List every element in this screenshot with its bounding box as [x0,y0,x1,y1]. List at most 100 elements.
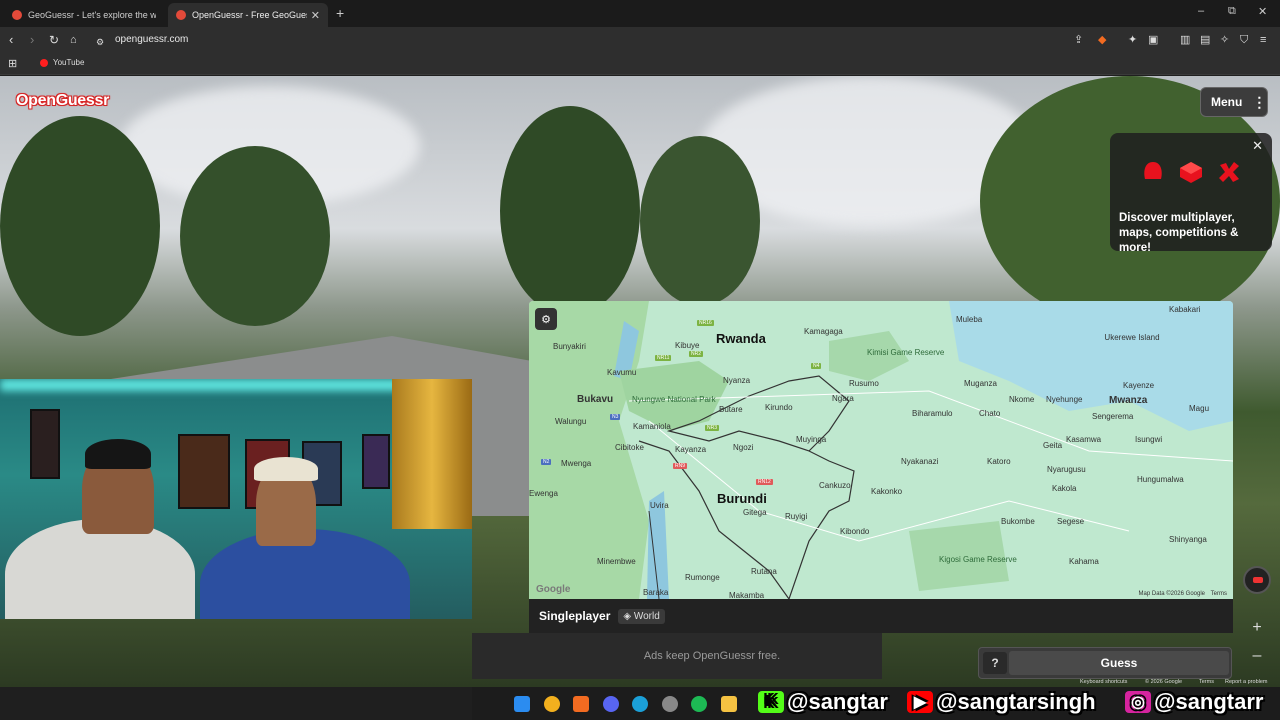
apps-grid-icon[interactable]: ⊞ [8,56,17,72]
cap [254,457,318,481]
restore-button[interactable]: ⧉ [1228,5,1236,18]
site-info-icon[interactable]: ⚙ [96,34,104,50]
discord-icon[interactable] [603,696,619,712]
map-label: Muleba [956,315,983,324]
forward-icon[interactable]: › [30,32,34,48]
webcam-overlay [0,379,472,619]
map-settings-button[interactable]: ⚙ [535,308,557,330]
tabs-icon[interactable]: ▤ [1200,32,1210,48]
map-name: World [633,610,660,622]
browser-tab-bar: GeoGuessr - Let's explore the world! Ope… [0,0,1280,27]
guess-map[interactable]: Rwanda Burundi Kabakari Muleba Ukerewe I… [529,301,1233,599]
map-label: Kasamwa [1066,435,1102,444]
map-label: Magu [1189,404,1210,413]
wall-poster [30,409,60,479]
instagram-handle: ◎ @sangtarr [1125,684,1263,720]
map-footer: Singleplayer ◈ World [529,599,1233,633]
road-shield: NR2 [689,351,704,357]
map-label: Bukavu [577,394,614,405]
map-label: Geita [1043,441,1063,450]
map-label: Nyanza [723,376,751,385]
road-shield: NR3 [705,425,720,431]
kick-handle-text: @sangtar [787,689,888,714]
compass-icon[interactable] [1243,566,1271,594]
minimize-button[interactable]: – [1198,5,1204,17]
map-label: Kigosi Game Reserve [939,555,1017,564]
map-name-badge[interactable]: ◈ World [618,608,665,624]
vpn-icon[interactable]: ⛉ [1240,32,1248,48]
map-label: Kahama [1069,557,1099,566]
map-label: Kimisi Game Reserve [867,348,945,357]
zoom-out-button[interactable]: – [1245,647,1269,665]
tab-openguessr[interactable]: OpenGuessr - Free GeoGuess ✕ [168,3,328,27]
map-label: Kamaniola [633,422,671,431]
reload-icon[interactable]: ↻ [49,32,59,48]
github-icon[interactable] [662,696,678,712]
map-label: Kayenze [1123,381,1155,390]
youtube-logo-icon: ▶ [907,691,933,713]
google-logo: Google [536,584,571,595]
kick-icon: K [758,691,784,713]
chrome-icon[interactable] [544,696,560,712]
windows-start-icon[interactable] [514,696,530,712]
youtube-handle: ▶ @sangtarsingh [907,684,1096,720]
road-shield: NR16 [697,320,714,326]
map-label: Nkome [1009,395,1035,404]
tab-geoguessr[interactable]: GeoGuessr - Let's explore the world! [4,3,164,27]
leo-ai-icon[interactable]: ✧ [1220,32,1229,48]
bookmark-icon[interactable]: ⌂ [70,32,77,48]
map-label: Kirundo [765,403,793,412]
file-explorer-icon[interactable] [721,696,737,712]
map-label: Muyinga [796,435,827,444]
spotify-icon[interactable] [691,696,707,712]
map-label: Mwenga [561,459,592,468]
edge-icon[interactable] [632,696,648,712]
map-label: Bukombe [1001,517,1035,526]
youtube-icon [40,58,48,67]
road-shield: N4 [811,363,822,369]
openguessr-logo[interactable]: OpenGuessr [16,92,109,110]
zoom-in-button[interactable]: + [1245,619,1269,637]
road-shield: N2 [541,459,552,465]
map-label: Hungumalwa [1137,475,1184,484]
map-label: Nyarugusu [1047,465,1086,474]
map-label: Isungwi [1135,435,1163,444]
bookmark-label: YouTube [53,58,85,67]
map-label: Biharamulo [912,409,953,418]
youtube-handle-text: @sangtarsingh [936,689,1096,714]
beanie [85,439,151,469]
map-label: Chato [979,409,1001,418]
map-label: Cibitoke [615,443,644,452]
wall-poster [362,434,390,489]
back-icon[interactable]: ‹ [9,32,13,48]
map-label: Nyakanazi [901,457,939,466]
browser-menu-icon[interactable]: ≡ [1260,32,1266,48]
map-label: Rutana [751,567,777,576]
brave-icon[interactable] [573,696,589,712]
close-icon[interactable]: ✕ [1252,138,1263,154]
wallet-icon[interactable]: ▣ [1148,32,1158,48]
map-label: Kayanza [675,445,707,454]
map-label: Shinyanga [1169,535,1207,544]
promo-card[interactable]: ✕ Discover multiplayer, maps, competitio… [1110,133,1272,254]
geoguessr-favicon-icon [12,10,22,20]
guess-button[interactable]: Guess [1009,651,1229,675]
wall-poster [178,434,230,509]
brave-shield-icon[interactable]: ◆ [1098,32,1106,48]
extensions-icon[interactable]: ✦ [1128,32,1137,48]
menu-button[interactable]: Menu ⋮ [1200,87,1268,117]
close-window-button[interactable]: ✕ [1258,5,1267,18]
share-icon[interactable]: ⇪ [1074,32,1083,48]
map-label: Minembwe [597,557,636,566]
promo-text: Discover multiplayer, maps, competitions… [1119,212,1239,254]
bookmark-youtube[interactable]: YouTube [40,58,84,67]
address-bar[interactable]: openguessr.com [115,34,188,45]
new-tab-button[interactable]: + [336,5,344,21]
map-label: Kibuye [675,341,700,350]
map-label: Kakola [1052,484,1077,493]
map-label: Ewenga [529,489,558,498]
sidebar-icon[interactable]: ▥ [1180,32,1190,48]
map-terms-link[interactable]: Terms [1211,591,1227,597]
close-tab-icon[interactable]: ✕ [311,9,320,22]
help-button[interactable]: ? [983,652,1007,674]
